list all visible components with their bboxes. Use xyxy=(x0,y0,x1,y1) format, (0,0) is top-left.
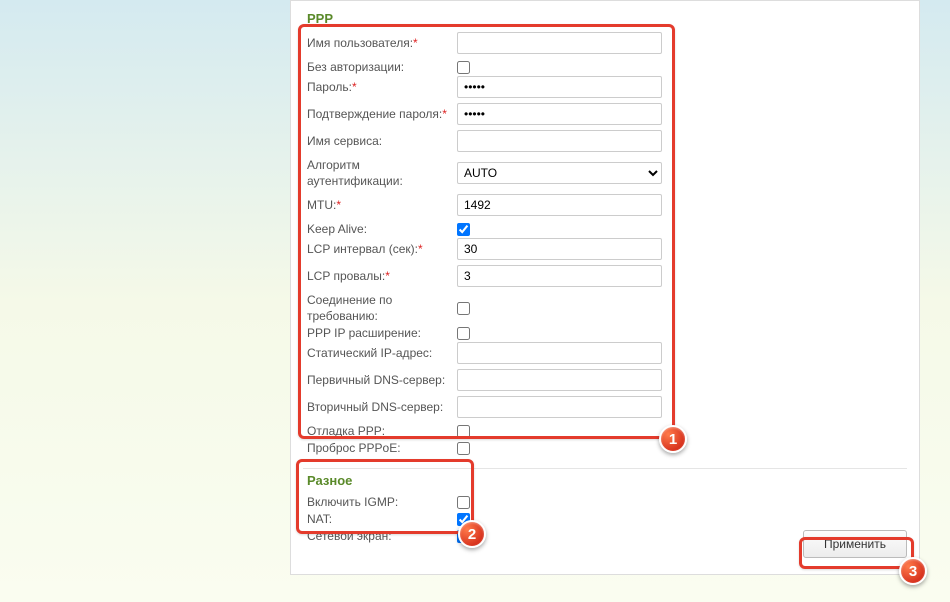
noauth-label: Без авторизации: xyxy=(307,59,457,75)
password-label: Пароль:* xyxy=(307,79,457,95)
debug-label: Отладка PPP: xyxy=(307,423,457,439)
password-confirm-label: Подтверждение пароля:* xyxy=(307,106,457,122)
ppp-section-title: PPP xyxy=(303,7,907,32)
username-label: Имя пользователя:* xyxy=(307,35,457,51)
firewall-checkbox[interactable] xyxy=(457,530,470,543)
igmp-checkbox[interactable] xyxy=(457,496,470,509)
dns2-label: Вторичный DNS-сервер: xyxy=(307,399,457,415)
keepalive-checkbox[interactable] xyxy=(457,223,470,236)
lcp-fail-label: LCP провалы:* xyxy=(307,268,457,284)
nat-label: NAT: xyxy=(307,511,457,527)
lcp-fail-input[interactable] xyxy=(457,265,662,287)
dns1-label: Первичный DNS-сервер: xyxy=(307,372,457,388)
service-name-input[interactable] xyxy=(457,130,662,152)
dial-on-demand-label: Соединение по требованию: xyxy=(307,292,457,324)
ppp-ip-ext-label: PPP IP расширение: xyxy=(307,325,457,341)
password-confirm-input[interactable] xyxy=(457,103,662,125)
keepalive-label: Keep Alive: xyxy=(307,221,457,237)
password-input[interactable] xyxy=(457,76,662,98)
firewall-label: Сетевой экран: xyxy=(307,528,457,544)
service-name-label: Имя сервиса: xyxy=(307,133,457,149)
pppoe-pass-label: Проброс PPPoE: xyxy=(307,440,457,456)
auth-algo-label: Алгоритм аутентификации: xyxy=(307,157,457,189)
dns2-input[interactable] xyxy=(457,396,662,418)
static-ip-label: Статический IP-адрес: xyxy=(307,345,457,361)
noauth-checkbox[interactable] xyxy=(457,61,470,74)
username-input[interactable] xyxy=(457,32,662,54)
lcp-interval-input[interactable] xyxy=(457,238,662,260)
mtu-input[interactable] xyxy=(457,194,662,216)
mtu-label: MTU:* xyxy=(307,197,457,213)
ppp-fields: Имя пользователя:* Без авторизации: Паро… xyxy=(303,32,907,456)
misc-section-title: Разное xyxy=(303,469,907,494)
dns1-input[interactable] xyxy=(457,369,662,391)
dial-on-demand-checkbox[interactable] xyxy=(457,302,470,315)
footer: Применить xyxy=(803,530,907,558)
nat-checkbox[interactable] xyxy=(457,513,470,526)
lcp-interval-label: LCP интервал (сек):* xyxy=(307,241,457,257)
static-ip-input[interactable] xyxy=(457,342,662,364)
settings-panel: PPP Имя пользователя:* Без авторизации: … xyxy=(290,0,920,575)
pppoe-pass-checkbox[interactable] xyxy=(457,442,470,455)
apply-button[interactable]: Применить xyxy=(803,530,907,558)
igmp-label: Включить IGMP: xyxy=(307,494,457,510)
ppp-ip-ext-checkbox[interactable] xyxy=(457,327,470,340)
auth-algo-select[interactable]: AUTO xyxy=(457,162,662,184)
debug-checkbox[interactable] xyxy=(457,425,470,438)
